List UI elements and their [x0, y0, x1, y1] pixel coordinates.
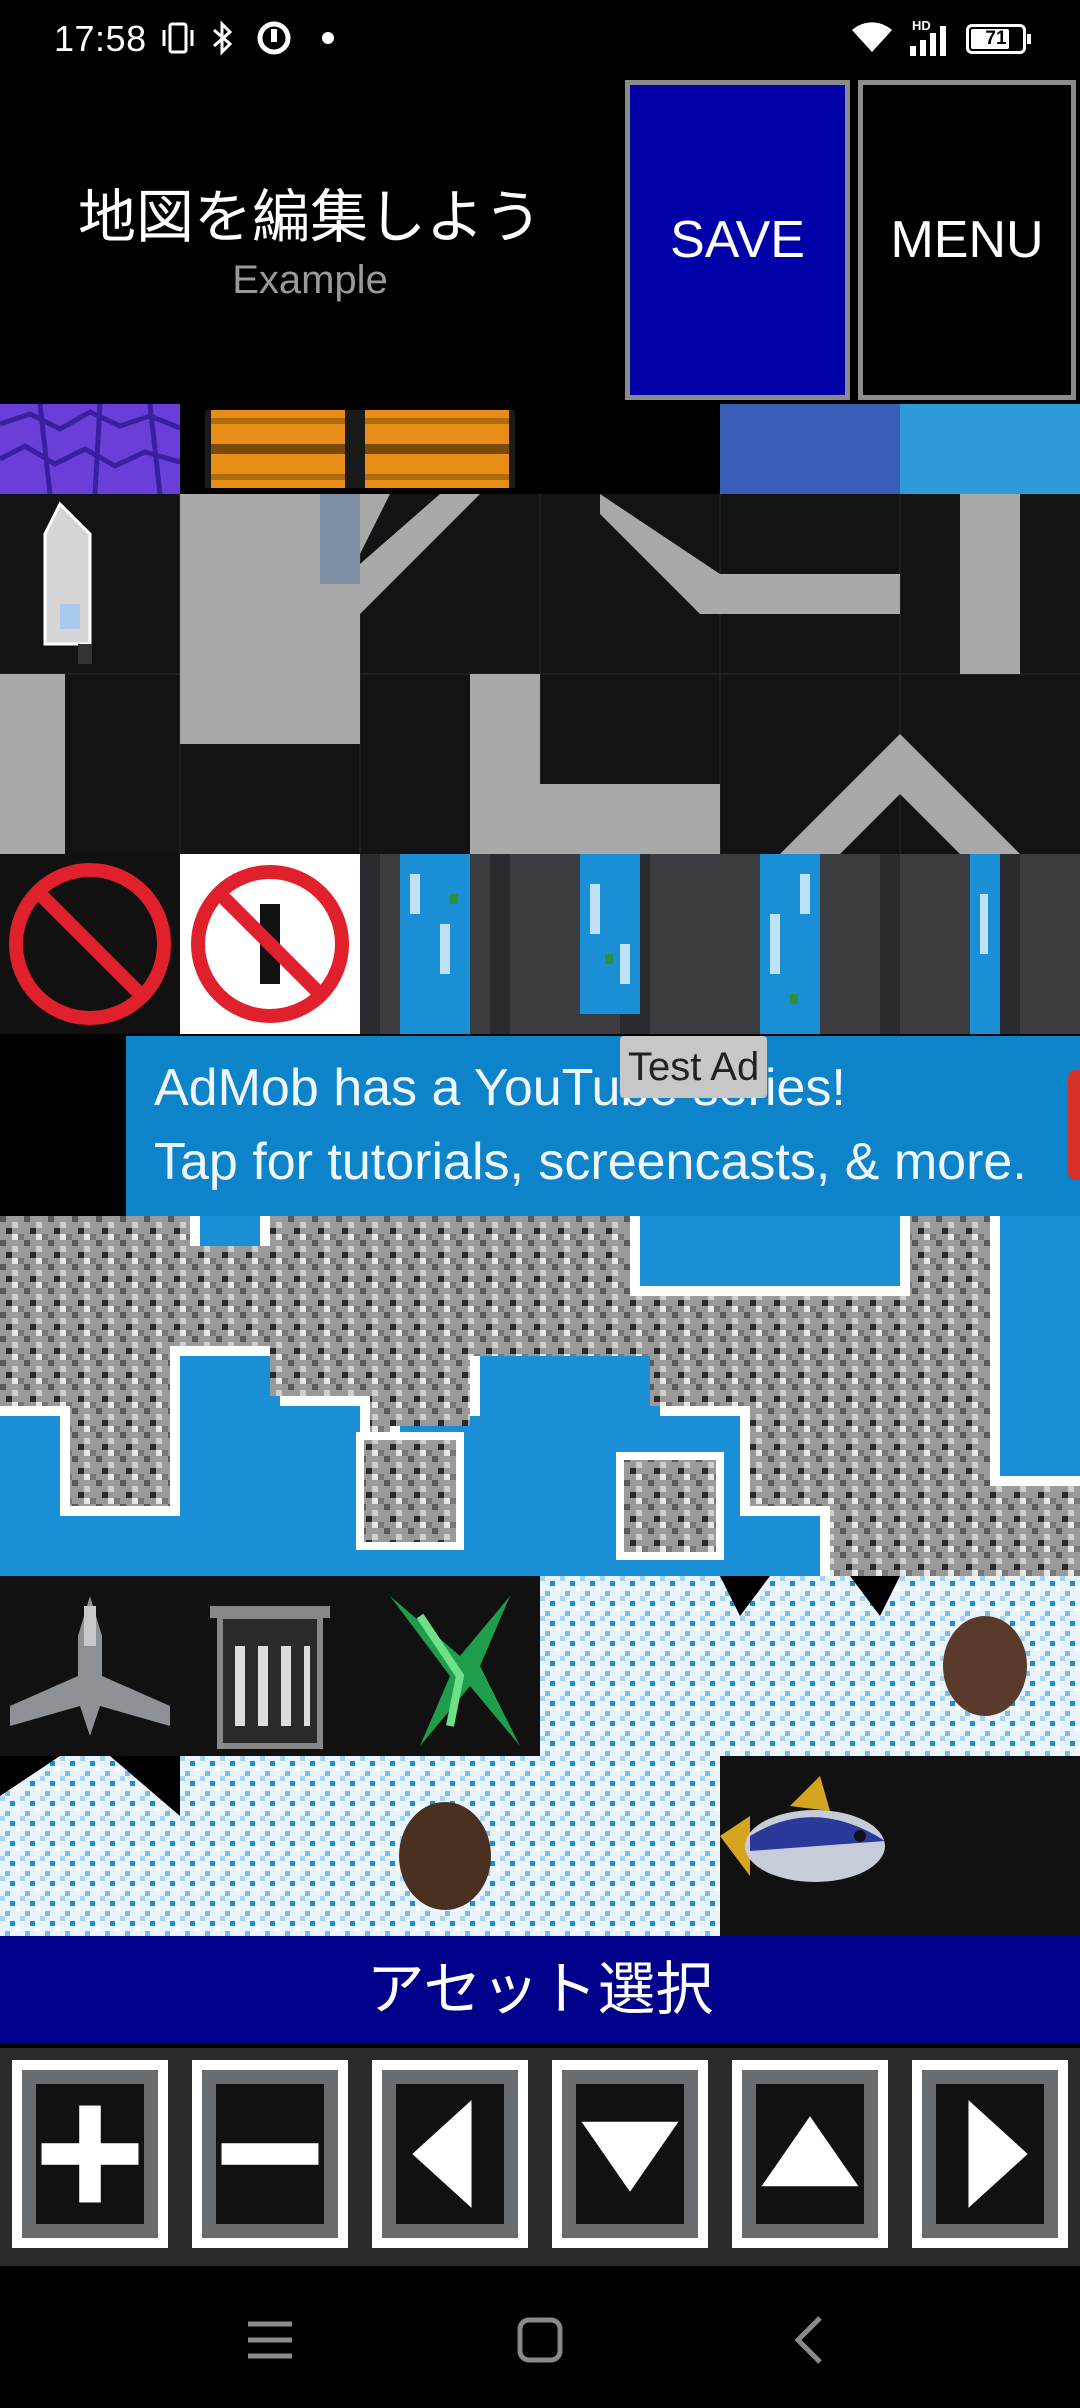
test-ad-label: Test Ad	[620, 1036, 768, 1098]
wifi-icon	[852, 22, 892, 52]
move-down-button[interactable]	[552, 2060, 708, 2248]
data-saver-icon	[257, 21, 291, 55]
road-tiles[interactable]	[0, 494, 1080, 854]
no-walking-sign-tile[interactable]	[180, 854, 360, 1034]
ice-floe-tiles[interactable]	[0, 1756, 720, 1936]
minus-icon	[221, 2143, 319, 2165]
airplane-tile[interactable]	[0, 1576, 180, 1756]
signal-icon	[910, 26, 946, 56]
seaweed-tile[interactable]	[360, 1576, 540, 1756]
bluetooth-icon	[213, 20, 233, 56]
recent-apps-icon[interactable]	[230, 2300, 310, 2380]
empty-tile[interactable]	[0, 1034, 126, 1216]
deep-water-tile[interactable]	[720, 404, 900, 494]
ad-line-2[interactable]: Tap for tutorials, screencasts, & more.	[154, 1132, 1027, 1192]
move-left-button[interactable]	[372, 2060, 528, 2248]
ad-action-edge[interactable]	[1068, 1070, 1080, 1180]
asset-select-label[interactable]: アセット選択	[0, 1942, 1080, 2026]
purple-cobblestone-tile[interactable]	[0, 404, 180, 494]
arrow-up-icon	[761, 2116, 859, 2187]
battery-level: 71	[985, 28, 1007, 49]
arrow-left-icon	[412, 2100, 472, 2208]
tuna-fish-tile[interactable]	[720, 1756, 1080, 1936]
trash-can-tile[interactable]	[180, 1576, 360, 1756]
waterfall-tiles[interactable]	[360, 854, 1080, 1034]
status-bar: 17:58 HD 71	[0, 0, 1080, 78]
rocky-shore-tiles[interactable]	[0, 1216, 1080, 1576]
shallow-water-tile[interactable]	[900, 404, 1080, 494]
page-title: 地図を編集しよう	[77, 185, 542, 250]
battery-icon: 71	[966, 24, 1031, 54]
dot-icon	[322, 32, 334, 44]
arrow-down-icon	[581, 2121, 679, 2192]
zoom-in-button[interactable]	[12, 2060, 168, 2248]
arrow-right-icon	[968, 2100, 1028, 2208]
no-entry-sign-tile[interactable]	[0, 854, 180, 1034]
page-subtitle: Example	[232, 258, 388, 302]
menu-button[interactable]: MENU	[858, 80, 1076, 400]
status-time: 17:58	[54, 18, 147, 59]
zoom-out-button[interactable]	[192, 2060, 348, 2248]
move-up-button[interactable]	[732, 2060, 888, 2248]
move-right-button[interactable]	[912, 2060, 1068, 2248]
vibrate-icon	[162, 22, 194, 54]
plus-icon	[41, 2105, 139, 2203]
home-icon[interactable]	[500, 2300, 580, 2380]
back-icon[interactable]	[770, 2300, 850, 2380]
wooden-bridge-tile[interactable]	[185, 404, 530, 494]
save-button[interactable]: SAVE	[625, 80, 850, 400]
